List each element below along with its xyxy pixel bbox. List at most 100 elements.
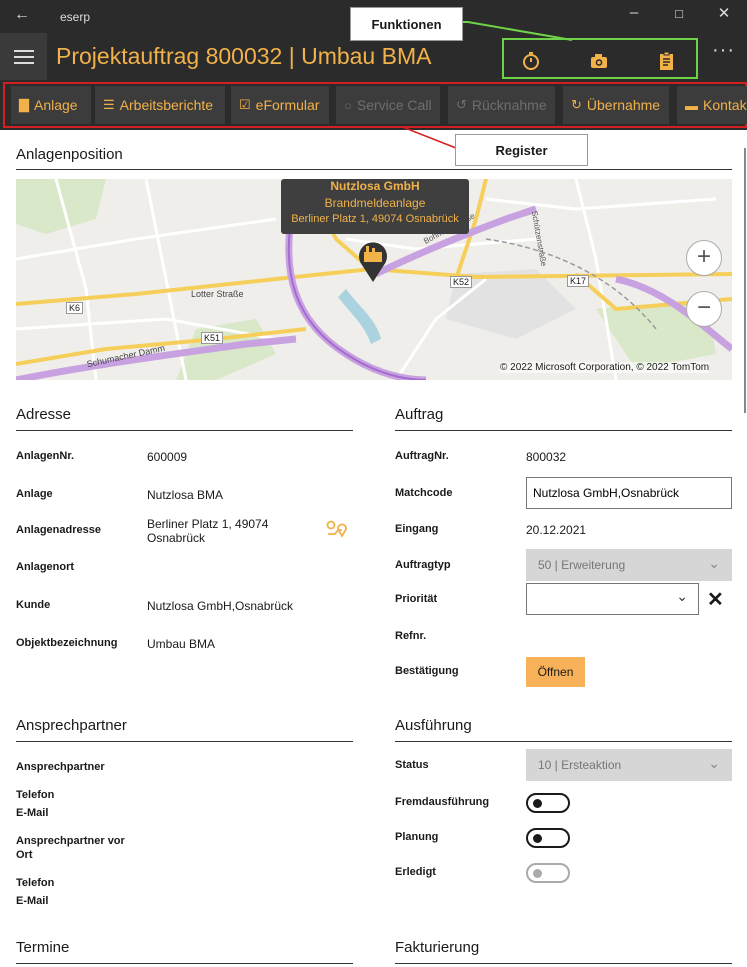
undo-icon: ↺ — [456, 97, 467, 112]
close-window-icon[interactable]: ✕ — [714, 4, 734, 22]
tab-uebernahme[interactable]: ↻ Übernahme — [563, 86, 669, 124]
tab-anlage[interactable]: ▇ Anlage — [11, 86, 91, 124]
label-ansprechpartner: Ansprechpartner — [16, 761, 105, 773]
popup-address: Berliner Platz 1, 49074 Osnabrück — [291, 213, 459, 225]
divider — [16, 430, 353, 431]
tab-label: Übernahme — [586, 97, 661, 113]
tab-label: Anlage — [34, 97, 78, 113]
zoom-in-button[interactable]: + — [686, 240, 722, 276]
tab-arbeitsberichte[interactable]: ☰ Arbeitsberichte — [95, 86, 225, 124]
tab-label: Service Call — [356, 97, 432, 113]
divider — [395, 741, 732, 742]
label-anlage: Anlage — [16, 488, 53, 500]
label-ansprechpartner-vor-ort-line1: Ansprechpartner vor — [16, 835, 125, 847]
chevron-down-icon: ⌄ — [708, 555, 720, 571]
section-title-auftrag: Auftrag — [395, 406, 444, 423]
chevron-down-icon: ⌄ — [708, 755, 720, 771]
popup-title: Nutzlosa GmbH — [330, 179, 420, 193]
tab-eformular[interactable]: ☑ eFormular — [231, 86, 329, 124]
auftragtyp-dropdown: 50 | Erweiterung ⌄ — [526, 549, 732, 581]
label-auftragnr: AuftragNr. — [395, 450, 449, 462]
label-kunde: Kunde — [16, 599, 51, 611]
maximize-icon[interactable]: □ — [669, 6, 689, 21]
value-anlagennr: 600009 — [147, 450, 188, 464]
road-label: K17 — [567, 275, 590, 287]
label-anlagenadresse: Anlagenadresse — [16, 524, 101, 536]
divider — [395, 963, 732, 964]
divider — [16, 169, 732, 170]
vertical-scrollbar[interactable] — [744, 148, 746, 413]
divider — [395, 430, 732, 431]
erledigt-toggle — [526, 863, 570, 883]
chat-icon: ▬ — [685, 97, 698, 113]
route-location-icon[interactable] — [326, 520, 348, 538]
label-eingang: Eingang — [395, 523, 439, 535]
label-refnr: Refnr. — [395, 630, 427, 642]
building-icon: ▇ — [19, 97, 29, 112]
label-ansprechpartner-vor-ort-line2: Ort — [16, 849, 33, 861]
page-title: Projektauftrag 800032 | Umbau BMA — [56, 43, 432, 69]
app-name: eserp — [60, 10, 91, 24]
clear-prioritaet-icon[interactable]: ✕ — [707, 587, 724, 612]
tab-label: Rücknahme — [471, 97, 547, 113]
value-anlage: Nutzlosa BMA — [147, 488, 224, 502]
funktionen-connector — [460, 21, 573, 41]
stopwatch-icon[interactable] — [521, 51, 541, 71]
more-options-icon[interactable]: ··· — [712, 39, 735, 62]
section-title-termine: Termine — [16, 939, 70, 956]
label-prioritaet: Priorität — [395, 593, 438, 605]
back-arrow-icon[interactable]: ← — [14, 6, 30, 24]
refresh-icon: ↻ — [571, 97, 582, 112]
zoom-out-button[interactable]: − — [686, 291, 722, 327]
clipboard-icon: ☰ — [103, 97, 115, 112]
camera-icon[interactable] — [589, 51, 609, 71]
checklist-icon: ☑ — [239, 97, 251, 112]
minimize-icon[interactable]: – — [624, 4, 644, 21]
factory-pin-icon[interactable] — [357, 239, 389, 283]
road-label: K52 — [450, 276, 473, 288]
matchcode-input[interactable] — [526, 477, 732, 509]
label-status: Status — [395, 759, 429, 771]
tab-label: eFormular — [255, 97, 320, 113]
planung-toggle[interactable] — [526, 828, 570, 848]
location-map[interactable]: K6 K51 K52 K17 Lotter Straße Schumacher … — [16, 179, 732, 380]
tab-kontakt[interactable]: ▬ Kontakt — [677, 86, 747, 124]
divider — [16, 741, 353, 742]
map-copyright: © 2022 Microsoft Corporation, © 2022 Tom… — [500, 362, 710, 373]
fremdausfuehrung-toggle[interactable] — [526, 793, 570, 813]
label-anlagennr: AnlagenNr. — [16, 450, 75, 462]
chevron-down-icon: ⌄ — [676, 588, 688, 604]
popup-subtitle: Brandmeldeanlage — [324, 196, 426, 210]
label-email: E-Mail — [16, 807, 49, 819]
label-erledigt: Erledigt — [395, 866, 436, 878]
value-anlagenadresse-line2: Osnabrück — [147, 531, 206, 545]
open-confirmation-button[interactable]: Öffnen — [526, 657, 585, 687]
auftragtyp-value: 50 | Erweiterung — [538, 558, 626, 572]
clipboard-add-icon[interactable] — [657, 51, 677, 71]
label-objektbezeichnung: Objektbezeichnung — [16, 637, 118, 649]
hamburger-menu-icon[interactable] — [0, 33, 47, 80]
road-label: K51 — [201, 332, 224, 344]
value-anlagenadresse-line1: Berliner Platz 1, 49074 — [147, 517, 269, 531]
label-matchcode: Matchcode — [395, 487, 453, 499]
tab-service-call: ○ Service Call — [336, 86, 440, 124]
register-callout: Register — [455, 134, 588, 166]
value-auftragnr: 800032 — [526, 450, 567, 464]
label-bestaetigung: Bestätigung — [395, 665, 459, 677]
section-title-ansprechpartner: Ansprechpartner — [16, 717, 127, 734]
prioritaet-dropdown[interactable]: ⌄ — [526, 583, 699, 615]
label-planung: Planung — [395, 831, 439, 843]
status-dropdown: 10 | Ersteaktion ⌄ — [526, 749, 732, 781]
headset-icon: ○ — [344, 97, 352, 113]
value-kunde: Nutzlosa GmbH,Osnabrück — [147, 599, 294, 613]
register-connector — [400, 126, 457, 149]
tab-label: Arbeitsberichte — [119, 97, 214, 113]
label-anlagenort: Anlagenort — [16, 561, 75, 573]
street-label: Lotter Straße — [191, 289, 244, 299]
label-telefon-vor-ort: Telefon — [16, 877, 55, 889]
section-title-fakturierung: Fakturierung — [395, 939, 480, 956]
road-label: K6 — [66, 302, 84, 314]
section-title-adresse: Adresse — [16, 406, 72, 423]
label-fremdausfuehrung: Fremdausführung — [395, 796, 490, 808]
status-value: 10 | Ersteaktion — [538, 758, 622, 772]
